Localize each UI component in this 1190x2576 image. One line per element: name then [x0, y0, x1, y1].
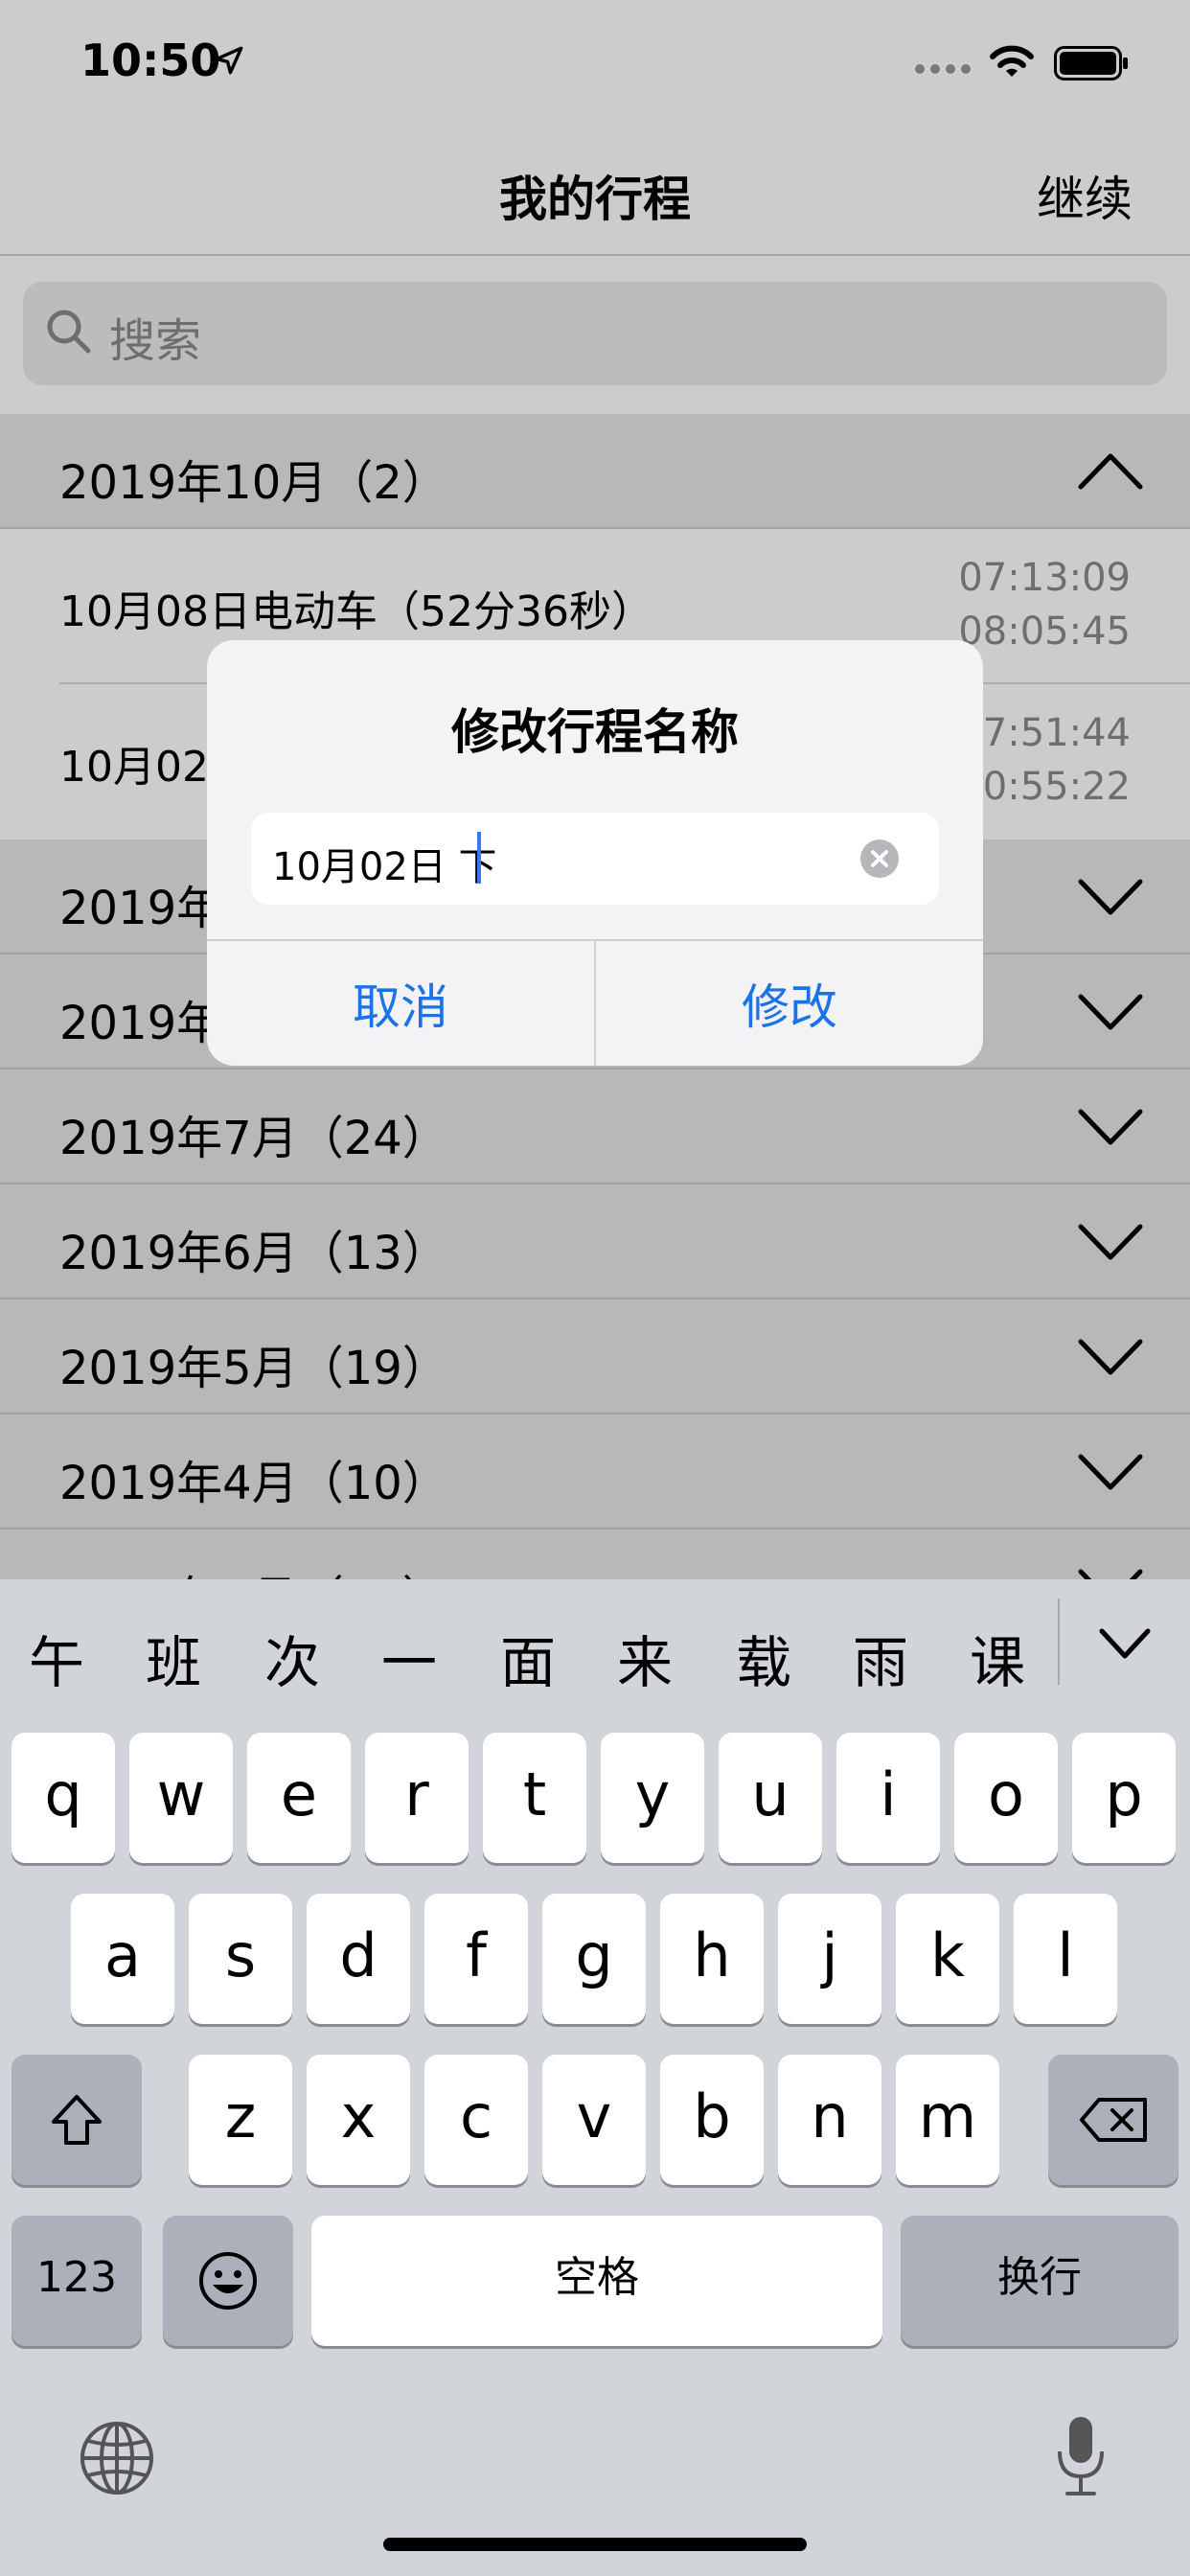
trip-name-input-value: 10月02日 下	[272, 845, 497, 889]
key-w[interactable]: w	[129, 1733, 233, 1863]
key-j[interactable]: j	[778, 1894, 881, 2024]
candidate-bar: 午 班 次 一 面 来 载 雨 课	[0, 1579, 1190, 1723]
key-k[interactable]: k	[896, 1894, 999, 2024]
key-l[interactable]: l	[1014, 1894, 1117, 2024]
key-b[interactable]: b	[660, 2055, 764, 2185]
clear-text-icon[interactable]	[858, 838, 901, 880]
key-n[interactable]: n	[778, 2055, 881, 2185]
candidate-word[interactable]: 班	[146, 1618, 201, 1698]
key-q[interactable]: q	[11, 1733, 115, 1863]
candidate-divider	[1058, 1598, 1060, 1685]
space-key[interactable]: 空格	[311, 2216, 882, 2346]
key-c[interactable]: c	[424, 2055, 528, 2185]
key-m[interactable]: m	[896, 2055, 999, 2185]
key-d[interactable]: d	[307, 1894, 410, 2024]
delete-key[interactable]	[1048, 2055, 1179, 2185]
key-r[interactable]: r	[365, 1733, 469, 1863]
numbers-key[interactable]: 123	[11, 2216, 142, 2346]
modify-button[interactable]: 修改	[596, 941, 983, 1066]
expand-candidates-icon[interactable]	[1098, 1627, 1152, 1660]
rename-trip-dialog: 修改行程名称 10月02日 下 取消 修改	[207, 640, 983, 1066]
keyboard: 午 班 次 一 面 来 载 雨 课 q w e r t y u i o p a …	[0, 1579, 1190, 2576]
key-p[interactable]: p	[1072, 1733, 1176, 1863]
key-g[interactable]: g	[542, 1894, 646, 2024]
microphone-icon[interactable]	[1052, 2413, 1110, 2499]
key-u[interactable]: u	[719, 1733, 822, 1863]
dialog-title: 修改行程名称	[451, 704, 739, 760]
candidate-word[interactable]: 一	[381, 1618, 437, 1698]
text-caret	[477, 832, 481, 884]
candidate-word[interactable]: 次	[264, 1618, 320, 1698]
key-v[interactable]: v	[542, 2055, 646, 2185]
key-y[interactable]: y	[601, 1733, 704, 1863]
candidate-word[interactable]: 午	[29, 1618, 84, 1698]
key-a[interactable]: a	[71, 1894, 174, 2024]
candidate-word[interactable]: 面	[500, 1618, 556, 1698]
trip-name-input[interactable]: 10月02日 下	[251, 813, 939, 905]
key-z[interactable]: z	[189, 2055, 292, 2185]
key-t[interactable]: t	[483, 1733, 586, 1863]
key-i[interactable]: i	[836, 1733, 940, 1863]
candidate-word[interactable]: 来	[617, 1618, 673, 1698]
emoji-key[interactable]	[163, 2216, 293, 2346]
candidate-word[interactable]: 课	[970, 1618, 1025, 1698]
cancel-button[interactable]: 取消	[207, 941, 594, 1066]
key-x[interactable]: x	[307, 2055, 410, 2185]
globe-icon[interactable]	[79, 2420, 155, 2496]
candidate-word[interactable]: 雨	[853, 1618, 908, 1698]
key-s[interactable]: s	[189, 1894, 292, 2024]
key-h[interactable]: h	[660, 1894, 764, 2024]
key-e[interactable]: e	[247, 1733, 351, 1863]
shift-key[interactable]	[11, 2055, 142, 2185]
return-key[interactable]: 换行	[901, 2216, 1179, 2346]
emoji-icon	[199, 2252, 257, 2310]
backspace-icon	[1080, 2098, 1147, 2142]
candidate-word[interactable]: 载	[736, 1618, 791, 1698]
key-o[interactable]: o	[954, 1733, 1058, 1863]
home-indicator	[383, 2538, 807, 2551]
shift-icon	[52, 2095, 102, 2145]
key-f[interactable]: f	[424, 1894, 528, 2024]
